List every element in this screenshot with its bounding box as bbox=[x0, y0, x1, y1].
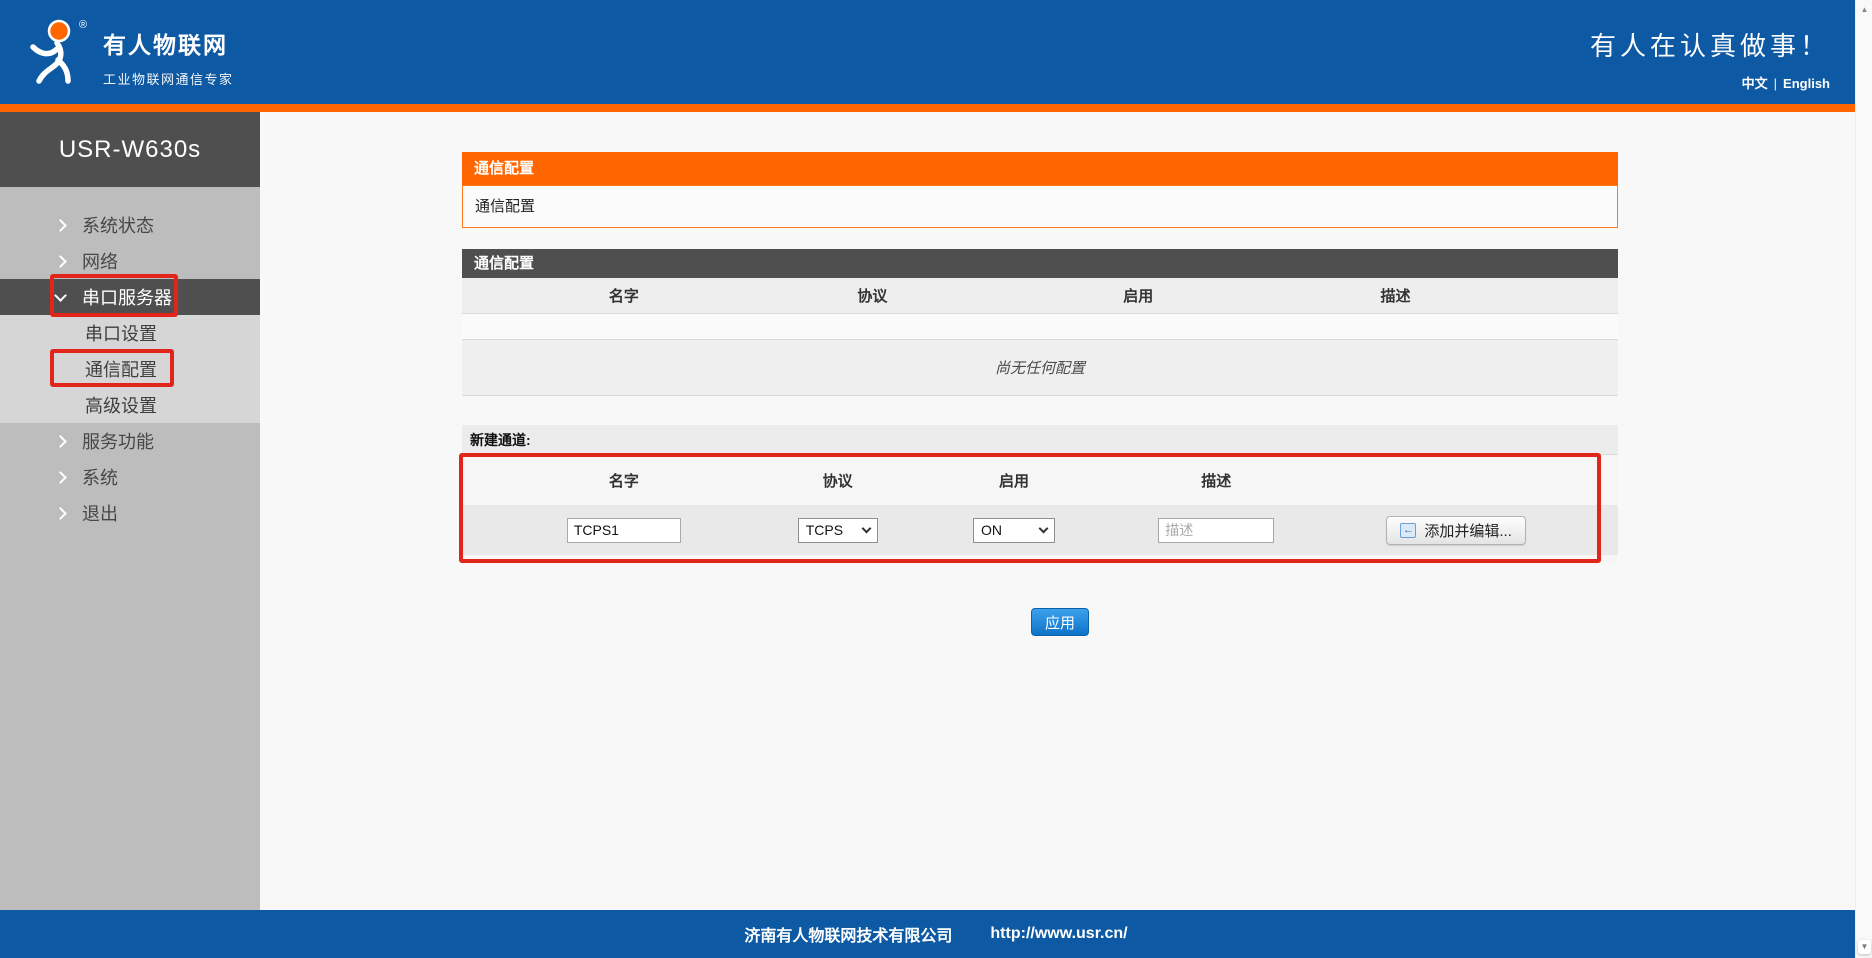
table-no-data-message: 尚无任何配置 bbox=[462, 340, 1618, 396]
sidebar-item-network[interactable]: 网络 bbox=[0, 243, 260, 279]
language-switcher: 中文 | English bbox=[1590, 73, 1830, 92]
add-cell: ← 添加并编辑... bbox=[1294, 515, 1618, 545]
lang-chinese-link[interactable]: 中文 bbox=[1742, 76, 1768, 91]
column-header-enable: 启用 bbox=[1123, 288, 1154, 305]
footer-company: 济南有人物联网技术有限公司 bbox=[744, 928, 953, 945]
sidebar-item-system-status[interactable]: 系统状态 bbox=[0, 207, 260, 243]
chevron-right-icon bbox=[54, 254, 67, 268]
scroll-up-icon[interactable]: ▲ bbox=[1858, 5, 1871, 14]
info-panel-body: 通信配置 bbox=[462, 185, 1618, 228]
sidebar-item-label: 网络 bbox=[82, 252, 118, 272]
enable-cell: ON bbox=[890, 517, 1139, 543]
sidebar-item-advanced-settings[interactable]: 高级设置 bbox=[0, 387, 260, 423]
chevron-right-icon bbox=[54, 434, 67, 448]
form-input-row: TCPS ON ← 添加并编辑... bbox=[462, 505, 1618, 555]
select-arrow-icon bbox=[1038, 523, 1049, 534]
usr-logo-icon: ® bbox=[30, 19, 87, 84]
chevron-down-icon bbox=[54, 288, 67, 302]
brand: 有人物联网 工业物联网通信专家 bbox=[103, 26, 234, 88]
device-model-title: USR-W630s bbox=[0, 112, 260, 187]
brand-subtitle: 工业物联网通信专家 bbox=[103, 72, 234, 87]
sidebar-item-label: 通信配置 bbox=[85, 360, 157, 380]
chevron-right-icon bbox=[54, 506, 67, 520]
sidebar-item-label: 串口服务器 bbox=[82, 288, 172, 308]
sidebar-item-serial-settings[interactable]: 串口设置 bbox=[0, 315, 260, 351]
lang-divider: | bbox=[1773, 76, 1778, 91]
chevron-right-icon bbox=[54, 470, 67, 484]
sidebar-item-label: 系统 bbox=[82, 468, 118, 488]
apply-button[interactable]: 应用 bbox=[1031, 608, 1089, 636]
sidebar-submenu: 串口设置 通信配置 高级设置 bbox=[0, 315, 260, 423]
page-scrollbar[interactable]: ▲ ▼ bbox=[1855, 0, 1872, 958]
sidebar-item-label: 服务功能 bbox=[82, 432, 154, 452]
sidebar-item-serial-server[interactable]: 串口服务器 bbox=[0, 279, 260, 315]
comm-config-table: 通信配置 名字 协议 启用 描述 尚无任何配置 bbox=[462, 249, 1618, 396]
enable-select-value: ON bbox=[980, 522, 1002, 538]
form-footer-strip bbox=[462, 555, 1618, 565]
new-channel-label: 新建通道: bbox=[462, 425, 1618, 455]
form-column-name: 名字 bbox=[608, 472, 639, 490]
name-cell bbox=[462, 517, 786, 543]
scroll-down-icon[interactable]: ▼ bbox=[1858, 940, 1871, 954]
channel-description-input[interactable] bbox=[1158, 517, 1275, 543]
channel-name-input[interactable] bbox=[566, 517, 681, 543]
select-arrow-icon bbox=[861, 523, 872, 534]
add-and-edit-label: 添加并编辑... bbox=[1424, 522, 1512, 540]
form-header-row: 名字 协议 启用 描述 bbox=[462, 455, 1618, 505]
sidebar-item-label: 退出 bbox=[82, 504, 118, 524]
description-cell bbox=[1138, 517, 1294, 543]
sidebar: USR-W630s 系统状态 网络 串口服务器 串口设置 通信配置 高级设置 服… bbox=[0, 112, 260, 910]
chevron-right-icon bbox=[54, 218, 67, 232]
form-column-enable: 启用 bbox=[998, 472, 1029, 490]
new-channel-form: 新建通道: 名字 协议 启用 描述 TCPS1 TCPS ON 描述 ← 添加并… bbox=[462, 425, 1618, 565]
header-right: 有人在认真做事！ 中文 | English bbox=[1590, 0, 1830, 104]
header: ® 有人物联网 工业物联网通信专家 有人在认真做事！ 中文 | English bbox=[0, 0, 1872, 112]
protocol-cell: TCPS bbox=[786, 517, 890, 543]
sidebar-item-label: 系统状态 bbox=[82, 216, 154, 236]
form-column-protocol: 协议 bbox=[822, 472, 853, 490]
table-empty-row bbox=[462, 314, 1618, 340]
column-header-name: 名字 bbox=[608, 288, 639, 305]
header-slogan: 有人在认真做事！ bbox=[1589, 31, 1830, 61]
column-header-protocol: 协议 bbox=[857, 288, 888, 305]
sidebar-item-logout[interactable]: 退出 bbox=[0, 495, 260, 531]
brand-title: 有人物联网 bbox=[103, 32, 228, 58]
main-content: 通信配置 通信配置 通信配置 名字 协议 启用 描述 尚无任何配置 新建通道: … bbox=[462, 112, 1618, 636]
sidebar-item-system[interactable]: 系统 bbox=[0, 459, 260, 495]
sidebar-item-comm-config[interactable]: 通信配置 bbox=[0, 351, 260, 387]
add-edit-icon: ← bbox=[1400, 522, 1417, 538]
page: ® 有人物联网 工业物联网通信专家 有人在认真做事！ 中文 | English US… bbox=[0, 0, 1872, 958]
enable-select[interactable]: ON bbox=[972, 517, 1055, 543]
footer-url-link[interactable]: http://www.usr.cn/ bbox=[990, 925, 1127, 943]
sidebar-item-label: 高级设置 bbox=[85, 396, 157, 416]
protocol-select[interactable]: TCPS bbox=[797, 517, 878, 543]
lang-english-link[interactable]: English bbox=[1783, 76, 1830, 91]
protocol-select-value: TCPS bbox=[805, 522, 844, 538]
sidebar-menu: 系统状态 网络 串口服务器 串口设置 通信配置 高级设置 服务功能 系统 退出 bbox=[0, 187, 260, 531]
registered-mark: ® bbox=[79, 19, 87, 31]
column-header-description: 描述 bbox=[1380, 288, 1411, 305]
table-panel-title: 通信配置 bbox=[462, 249, 1618, 278]
table-header-row: 名字 协议 启用 描述 bbox=[462, 278, 1618, 314]
form-column-description: 描述 bbox=[1201, 472, 1232, 490]
footer: 济南有人物联网技术有限公司 http://www.usr.cn/ bbox=[0, 910, 1872, 958]
sidebar-item-label: 串口设置 bbox=[85, 324, 157, 344]
add-and-edit-button[interactable]: ← 添加并编辑... bbox=[1386, 515, 1526, 545]
sidebar-item-service-functions[interactable]: 服务功能 bbox=[0, 423, 260, 459]
info-panel-title: 通信配置 bbox=[462, 152, 1618, 185]
